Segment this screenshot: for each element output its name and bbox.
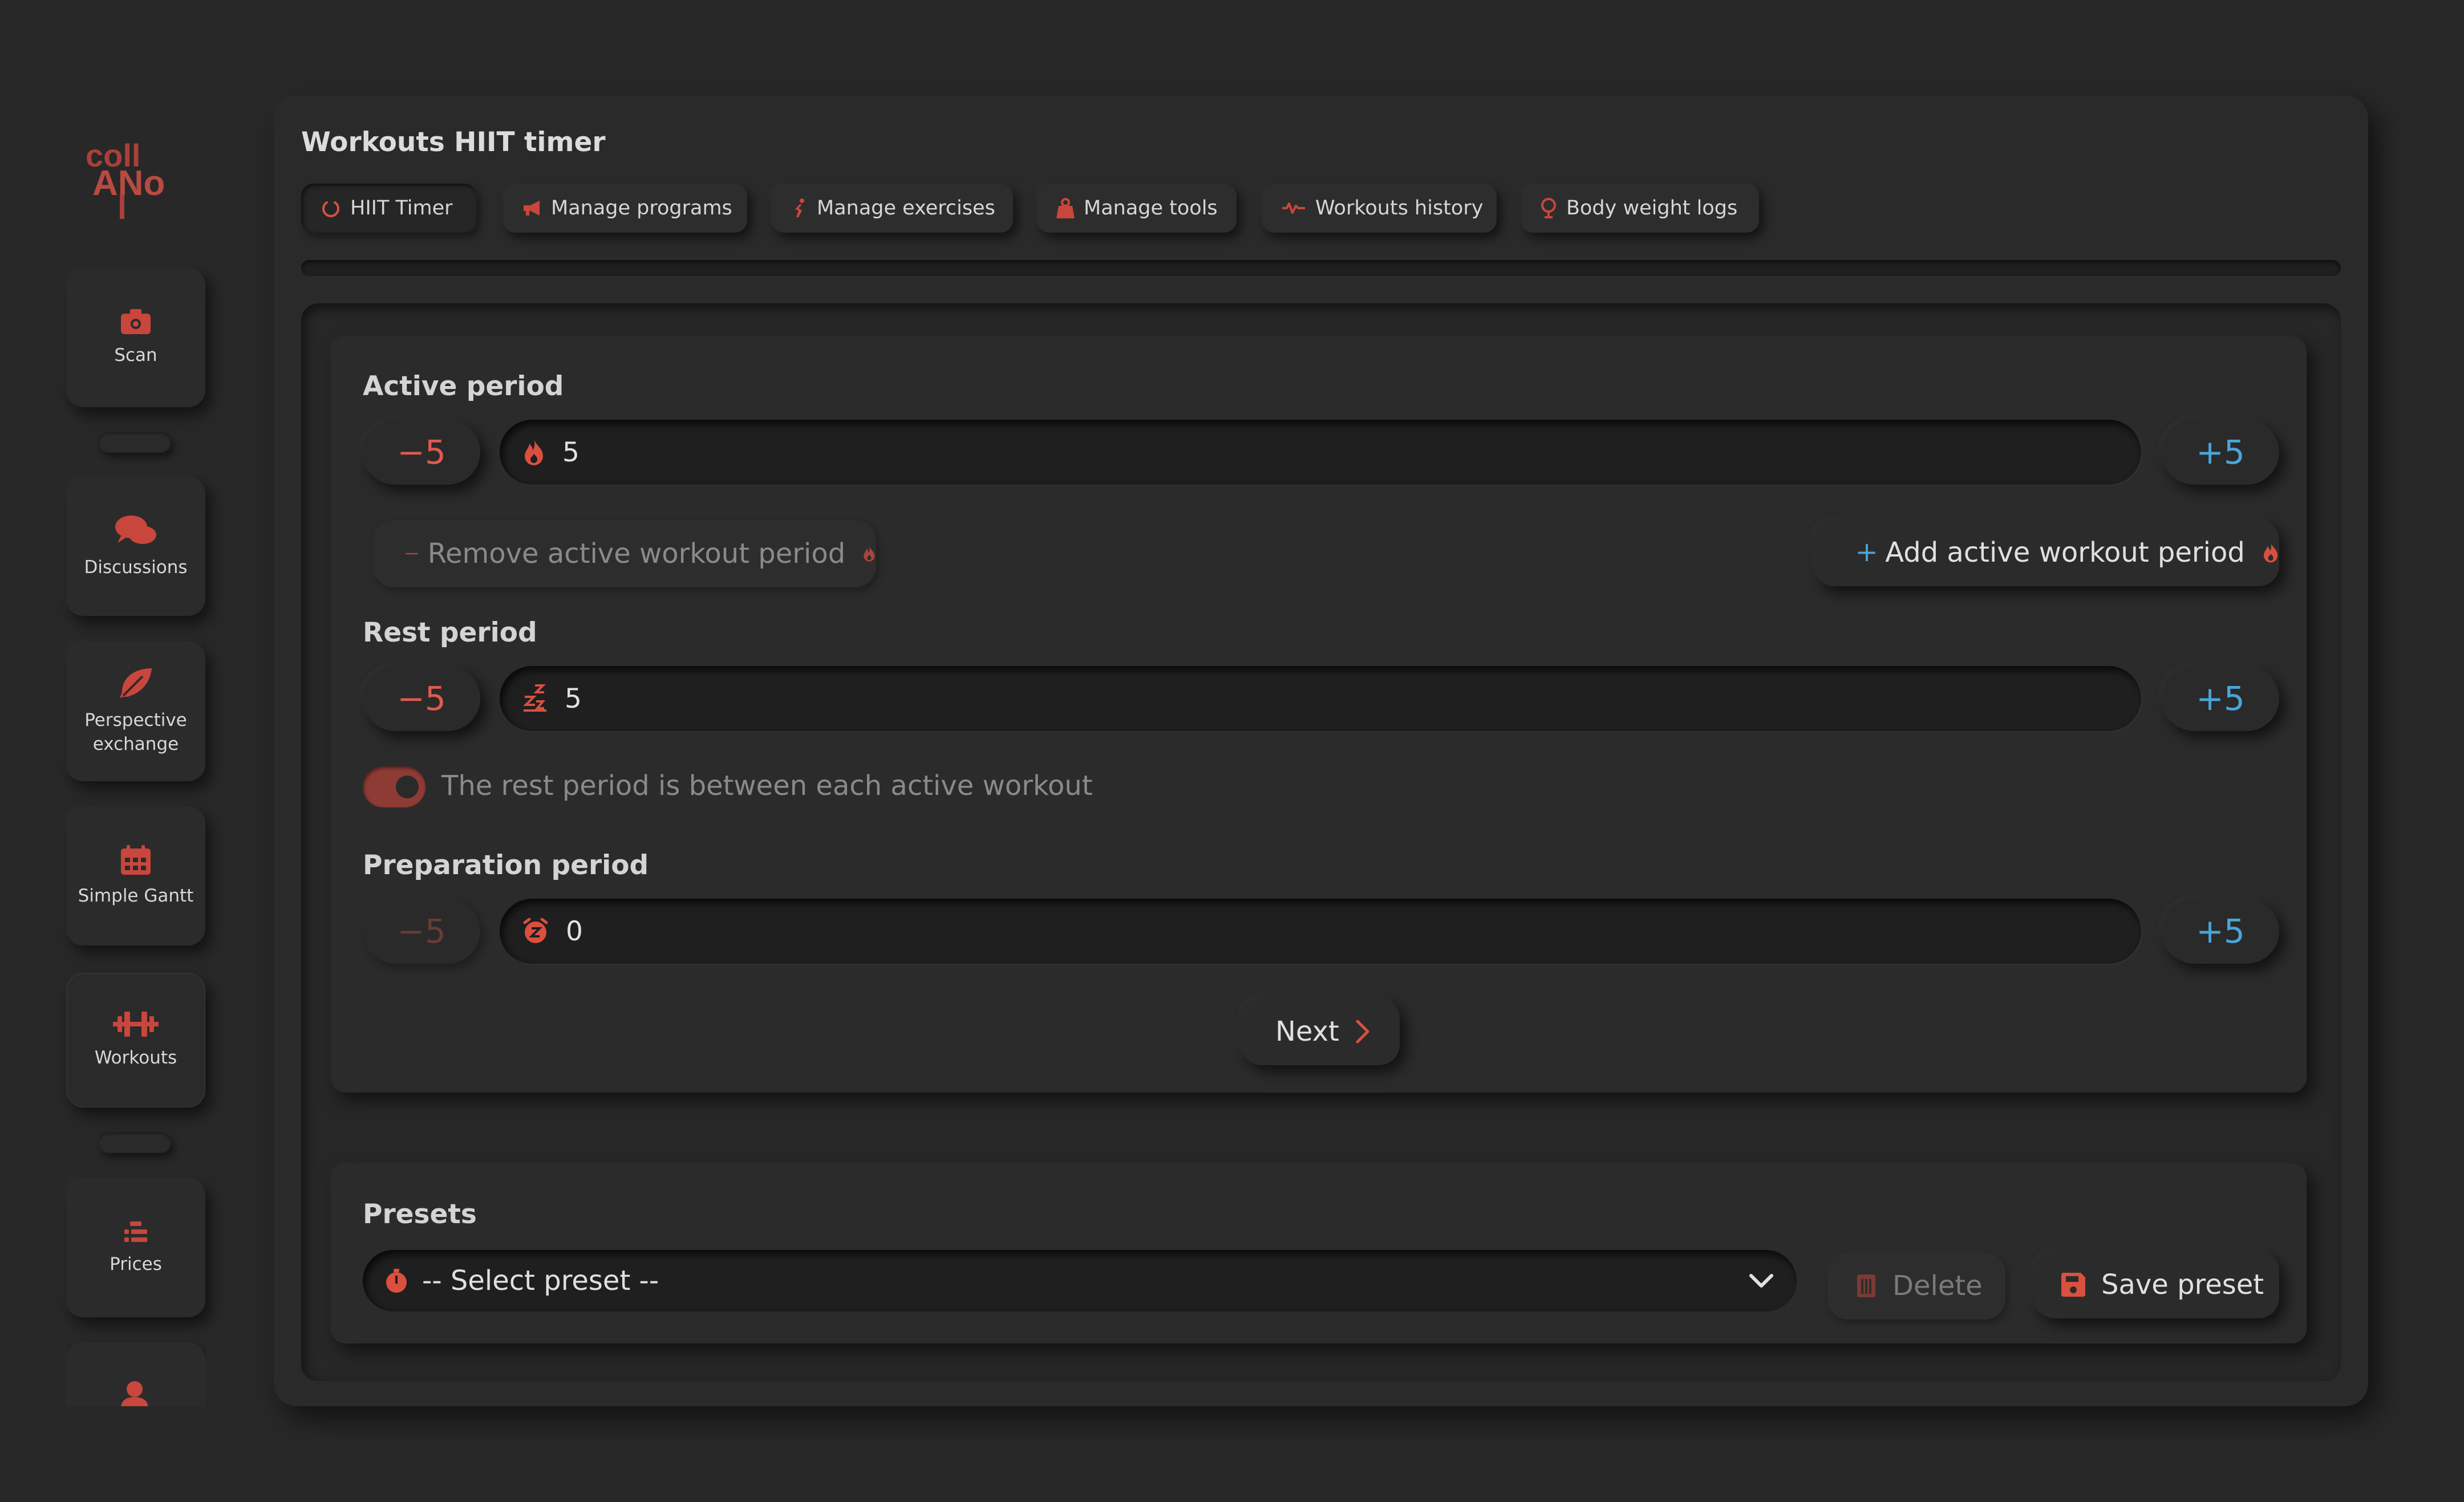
stopwatch-icon <box>386 1269 407 1293</box>
chevron-right-icon <box>1356 1020 1369 1044</box>
list-icon <box>124 1221 147 1242</box>
tab-workouts-history[interactable]: Workouts history <box>1262 184 1497 233</box>
weight-icon <box>1056 198 1075 218</box>
active-period-minus-button[interactable]: −5 <box>363 420 480 485</box>
preset-select[interactable]: -- Select preset -- <box>363 1250 1797 1312</box>
preparation-period-input[interactable]: 0 <box>500 899 2141 964</box>
rest-period-value: 5 <box>565 683 582 715</box>
runner-icon <box>795 198 804 217</box>
rest-period-input[interactable]: 5 <box>500 666 2141 731</box>
fire-icon <box>864 546 875 562</box>
tab-label: Manage tools <box>1084 197 1218 220</box>
calendar-icon <box>121 845 151 875</box>
megaphone-icon <box>524 201 540 216</box>
alarm-clock-icon <box>523 918 548 943</box>
fire-icon <box>525 439 543 465</box>
tab-manage-programs[interactable]: Manage programs <box>503 184 747 233</box>
app-logo[interactable]: coll ANo <box>80 131 194 222</box>
comments-icon <box>115 515 156 544</box>
sidebar-item-label: Workouts <box>94 1048 177 1068</box>
sidebar-item-label: Prices <box>110 1254 162 1274</box>
delete-preset-button[interactable]: Delete <box>1827 1252 2005 1320</box>
active-period-label: Active period <box>363 371 564 402</box>
active-period-input[interactable]: 5 <box>500 420 2141 485</box>
sidebar-item-label: Scan <box>114 345 157 366</box>
rest-icon <box>523 684 546 712</box>
rest-period-minus-button[interactable]: −5 <box>363 666 480 731</box>
remove-active-period-button[interactable]: Remove active workout period <box>373 520 876 587</box>
preparation-period-value: 0 <box>566 915 583 947</box>
user-icon <box>121 1381 148 1406</box>
minus-icon <box>406 553 418 555</box>
preparation-period-plus-button[interactable]: +5 <box>2162 899 2279 964</box>
rest-between-toggle[interactable] <box>363 766 425 807</box>
camera-icon <box>121 309 151 334</box>
sidebar-item-discussions[interactable]: Discussions <box>66 477 205 616</box>
sidebar-item-label: Simple Gantt <box>78 886 194 906</box>
presets-label: Presets <box>363 1199 477 1230</box>
dumbbell-icon <box>113 1012 159 1037</box>
floppy-disk-icon <box>2061 1273 2085 1297</box>
plus-icon <box>1858 543 1875 562</box>
sidebar-separator <box>98 1132 171 1153</box>
tab-body-weight-logs[interactable]: Body weight logs <box>1521 184 1759 233</box>
fire-icon <box>2263 542 2277 563</box>
save-preset-label: Save preset <box>2101 1269 2264 1301</box>
next-button-label: Next <box>1275 1016 1339 1048</box>
tab-manage-exercises[interactable]: Manage exercises <box>771 184 1013 233</box>
next-button[interactable]: Next <box>1241 998 1400 1065</box>
tab-divider <box>301 260 2341 276</box>
wave-icon <box>1282 202 1305 214</box>
tab-label: HIIT Timer <box>350 197 453 220</box>
rest-period-label: Rest period <box>363 617 537 648</box>
logo-text-bottom: ANo <box>92 164 165 203</box>
tab-label: Manage exercises <box>817 197 995 220</box>
sidebar-item-label: Discussions <box>84 557 188 578</box>
sidebar-item-perspective-exchange[interactable]: Perspective exchange <box>66 641 205 781</box>
preset-select-value: -- Select preset -- <box>422 1265 659 1297</box>
rest-between-toggle-label: The rest period is between each active w… <box>441 770 1093 802</box>
page-title: Workouts HIIT timer <box>301 127 606 158</box>
tab-label: Workouts history <box>1315 197 1484 220</box>
add-active-period-button[interactable]: Add active workout period <box>1814 519 2279 586</box>
sidebar-item-scan[interactable]: Scan <box>66 268 205 407</box>
sidebar-item-prices[interactable]: Prices <box>66 1178 205 1317</box>
rest-period-plus-button[interactable]: +5 <box>2162 666 2279 731</box>
scale-icon <box>1541 198 1556 218</box>
preparation-period-label: Preparation period <box>363 850 649 881</box>
tab-label: Manage programs <box>551 197 732 220</box>
sidebar-separator <box>98 432 171 453</box>
remove-active-period-label: Remove active workout period <box>427 538 846 570</box>
sidebar-item-simple-gantt[interactable]: Simple Gantt <box>66 806 205 945</box>
preparation-period-minus-button[interactable]: −5 <box>363 899 480 964</box>
tab-label: Body weight logs <box>1566 197 1738 220</box>
chevron-down-icon <box>1749 1274 1773 1288</box>
power-icon <box>322 201 339 217</box>
save-preset-button[interactable]: Save preset <box>2034 1251 2279 1318</box>
active-period-value: 5 <box>562 436 579 468</box>
sidebar-item-workouts[interactable]: Workouts <box>66 973 205 1107</box>
tab-hiit-timer[interactable]: HIIT Timer <box>301 184 477 233</box>
trash-icon <box>1857 1274 1875 1297</box>
feather-icon <box>120 668 152 698</box>
active-period-plus-button[interactable]: +5 <box>2162 420 2279 485</box>
add-active-period-label: Add active workout period <box>1885 537 2245 569</box>
sidebar-item-label: Perspective exchange <box>84 710 187 754</box>
toggle-knob <box>396 776 419 798</box>
sidebar-item-partial[interactable] <box>66 1342 205 1406</box>
delete-preset-label: Delete <box>1892 1270 1983 1302</box>
tab-manage-tools[interactable]: Manage tools <box>1037 184 1237 233</box>
